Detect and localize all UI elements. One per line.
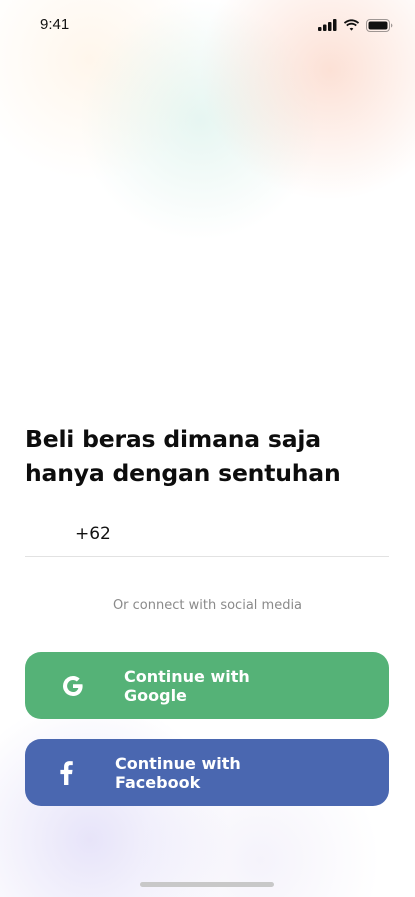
status-icons [318,18,393,32]
facebook-button-label: Continue with Facebook [115,753,241,792]
country-code-prefix: +62 [75,524,111,544]
phone-field[interactable]: +62 [25,512,389,557]
battery-icon [366,18,393,32]
continue-with-google-button[interactable]: Continue with Google [25,652,389,719]
headline-line-2: hanya dengan sentuhan [25,459,341,487]
cellular-signal-icon [318,19,337,31]
status-time: 9:41 [40,15,70,33]
phone-number-input[interactable] [118,512,389,556]
facebook-icon [59,760,73,786]
social-divider-text: Or connect with social media [112,598,303,613]
headline-line-1: Beli beras dimana saja [25,425,321,453]
google-button-label: Continue with Google [124,666,250,705]
status-bar: 9:41 [0,0,415,50]
continue-with-facebook-button[interactable]: Continue with Facebook [25,739,389,806]
page-title: Beli beras dimana saja hanya dengan sent… [25,422,395,490]
wifi-icon [343,19,360,31]
home-indicator [140,882,274,887]
google-icon [61,674,85,698]
